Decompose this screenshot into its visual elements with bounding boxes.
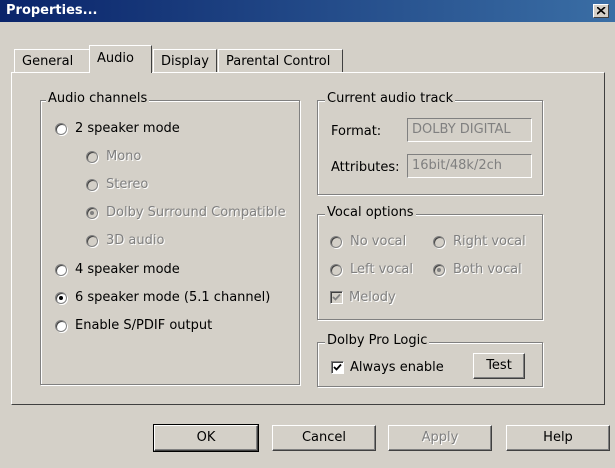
option-label: Right vocal bbox=[453, 234, 526, 249]
test-button[interactable]: Test bbox=[473, 353, 525, 379]
checkbox bbox=[330, 291, 343, 304]
cancel-button[interactable]: Cancel bbox=[272, 425, 376, 451]
radio-button bbox=[86, 150, 98, 163]
radio-selected-dot bbox=[437, 267, 441, 272]
attributes-field: 16bit/48k/2ch bbox=[407, 154, 532, 178]
close-button[interactable] bbox=[593, 4, 609, 18]
tab-label: Parental Control bbox=[226, 54, 331, 69]
radio-button[interactable] bbox=[55, 263, 67, 276]
radio-2-speaker-mode[interactable]: 2 speaker mode bbox=[55, 121, 180, 136]
tab-audio[interactable]: Audio bbox=[89, 45, 152, 73]
radio-dolby-surround-compatible: Dolby Surround Compatible bbox=[86, 205, 286, 220]
format-label: Format: bbox=[331, 124, 382, 139]
tab-general[interactable]: General bbox=[14, 49, 90, 73]
option-label: Mono bbox=[106, 149, 142, 164]
radio-6-speaker-mode[interactable]: 6 speaker mode (5.1 channel) bbox=[55, 290, 270, 305]
option-label: Enable S/PDIF output bbox=[75, 318, 213, 333]
radio-right-vocal: Right vocal bbox=[433, 234, 526, 249]
radio-button[interactable] bbox=[55, 319, 67, 332]
radio-4-speaker-mode[interactable]: 4 speaker mode bbox=[55, 262, 180, 277]
radio-button bbox=[86, 206, 98, 219]
option-label: Stereo bbox=[106, 177, 149, 192]
radio-stereo: Stereo bbox=[86, 177, 148, 192]
option-label: Both vocal bbox=[453, 262, 522, 277]
tab-display[interactable]: Display bbox=[153, 49, 217, 73]
dolby-pro-logic-title: Dolby Pro Logic bbox=[325, 333, 430, 348]
option-label: 6 speaker mode (5.1 channel) bbox=[75, 290, 271, 305]
tab-label: General bbox=[22, 54, 74, 69]
radio-selected-dot bbox=[59, 295, 63, 300]
radio-button bbox=[330, 235, 342, 248]
radio-button[interactable] bbox=[55, 291, 67, 304]
radio-3d-audio: 3D audio bbox=[86, 233, 164, 248]
radio-both-vocal: Both vocal bbox=[433, 262, 522, 277]
radio-left-vocal: Left vocal bbox=[330, 262, 413, 277]
option-label: 4 speaker mode bbox=[75, 262, 180, 277]
checkmark-icon bbox=[332, 293, 341, 301]
tab-parental-control[interactable]: Parental Control bbox=[218, 49, 343, 73]
checkmark-icon bbox=[333, 363, 342, 371]
ok-button[interactable]: OK bbox=[153, 424, 259, 452]
option-label: Dolby Surround Compatible bbox=[106, 205, 286, 220]
tab-label: Display bbox=[161, 54, 209, 69]
checkbox[interactable] bbox=[331, 361, 344, 374]
option-label: No vocal bbox=[350, 234, 407, 249]
option-label: 3D audio bbox=[106, 233, 165, 248]
radio-button bbox=[86, 234, 98, 247]
current-audio-track-group bbox=[317, 100, 543, 195]
option-label: 2 speaker mode bbox=[75, 121, 180, 136]
help-button[interactable]: Help bbox=[506, 425, 610, 451]
audio-channels-title: Audio channels bbox=[46, 91, 150, 106]
tab-label: Audio bbox=[97, 51, 134, 66]
attributes-label: Attributes: bbox=[331, 160, 400, 175]
apply-button: Apply bbox=[388, 425, 492, 451]
vocal-options-title: Vocal options bbox=[325, 205, 416, 220]
checkbox-melody: Melody bbox=[330, 290, 396, 305]
radio-button[interactable] bbox=[55, 122, 67, 135]
option-label: Melody bbox=[349, 290, 396, 305]
radio-selected-dot bbox=[90, 210, 94, 215]
option-label: Left vocal bbox=[350, 262, 413, 277]
radio-no-vocal: No vocal bbox=[330, 234, 406, 249]
close-icon bbox=[597, 7, 606, 15]
radio-button bbox=[433, 235, 445, 248]
current-audio-track-title: Current audio track bbox=[325, 91, 456, 106]
radio-button bbox=[86, 178, 98, 191]
format-field: DOLBY DIGITAL bbox=[407, 118, 532, 142]
radio-enable-spdif-output[interactable]: Enable S/PDIF output bbox=[55, 318, 212, 333]
radio-button bbox=[433, 263, 445, 276]
option-label: Always enable bbox=[350, 360, 444, 375]
radio-mono: Mono bbox=[86, 149, 141, 164]
audio-channels-group bbox=[40, 100, 300, 385]
window-title: Properties... bbox=[6, 3, 98, 18]
checkbox-always-enable[interactable]: Always enable bbox=[331, 360, 444, 375]
radio-button bbox=[330, 263, 342, 276]
